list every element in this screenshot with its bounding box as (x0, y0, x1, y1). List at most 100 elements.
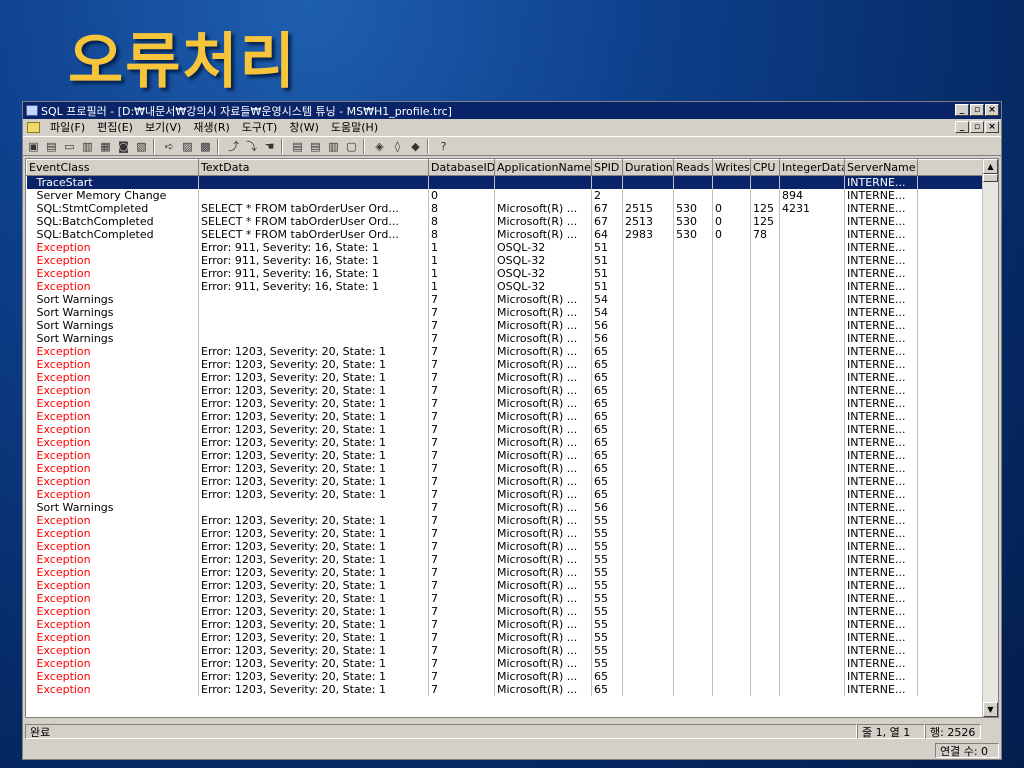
scroll-down-icon[interactable]: ▼ (983, 702, 998, 717)
table-row[interactable]: Exception Error: 1203, Severity: 20, Stat… (26, 644, 983, 657)
doc-maximize-button[interactable]: ▫ (970, 121, 984, 133)
close-button[interactable]: × (985, 104, 999, 116)
table-row[interactable]: Sort Warnings 7 Microsoft(R) ... 56 INTERNE.… (26, 501, 983, 514)
step-icon[interactable]: ➪ (162, 139, 177, 154)
run-to-cursor-icon[interactable]: ▨ (180, 139, 195, 154)
cut-icon[interactable]: ▩ (198, 139, 213, 154)
about-icon[interactable]: ◆ (408, 139, 423, 154)
open-icon[interactable]: ▭ (62, 139, 77, 154)
table-row[interactable]: Exception Error: 1203, Severity: 20, Stat… (26, 423, 983, 436)
table-row[interactable]: Exception Error: 911, Severity: 16, State… (26, 280, 983, 293)
maximize-button[interactable]: ▫ (970, 104, 984, 116)
column-header-6[interactable]: Duration (622, 159, 674, 176)
doc-minimize-button[interactable]: _ (955, 121, 969, 133)
table-row[interactable]: Exception Error: 911, Severity: 16, State… (26, 241, 983, 254)
table-row[interactable]: Exception Error: 1203, Severity: 20, Stat… (26, 579, 983, 592)
table-row[interactable]: Exception Error: 1203, Severity: 20, Stat… (26, 449, 983, 462)
index-tuning-icon[interactable]: ◈ (372, 139, 387, 154)
table-row[interactable]: Exception Error: 1203, Severity: 20, Stat… (26, 358, 983, 371)
table-row[interactable]: Sort Warnings 7 Microsoft(R) ... 56 INTERNE.… (26, 332, 983, 345)
table-row[interactable]: Exception Error: 1203, Severity: 20, Stat… (26, 670, 983, 683)
table-row[interactable]: Exception Error: 1203, Severity: 20, Stat… (26, 475, 983, 488)
table-row[interactable]: SQL:StmtCompleted SELECT * FROM tabOrderU… (26, 202, 983, 215)
table-cell (712, 501, 751, 514)
column-header-9[interactable]: CPU (750, 159, 780, 176)
document-icon[interactable] (27, 121, 40, 133)
table-row[interactable]: Exception Error: 1203, Severity: 20, Stat… (26, 527, 983, 540)
table-row[interactable]: Exception Error: 911, Severity: 16, State… (26, 267, 983, 280)
show-icon[interactable]: ▤ (308, 139, 323, 154)
menu-replay[interactable]: 재생(R) (187, 119, 235, 135)
table-row[interactable]: Exception Error: 1203, Severity: 20, Stat… (26, 683, 983, 696)
pause-icon[interactable]: ⤴ (226, 139, 241, 154)
clear-window-icon[interactable]: ▢ (344, 139, 359, 154)
menu-tools[interactable]: 도구(T) (236, 119, 284, 135)
table-cell: Error: 911, Severity: 16, State: 1 (198, 241, 429, 254)
table-row[interactable]: Exception Error: 1203, Severity: 20, Stat… (26, 605, 983, 618)
replay-icon[interactable]: ▧ (134, 139, 149, 154)
column-header-11[interactable]: ServerName (844, 159, 918, 176)
trace-grid[interactable]: EventClass TextData DatabaseID ApplicationN… (25, 158, 999, 718)
title-bar[interactable]: SQL 프로필러 - [D:₩내문서₩강의시 자료들₩운영시스템 튜닝 - MS… (23, 102, 1001, 119)
table-row[interactable]: Exception Error: 1203, Severity: 20, Stat… (26, 397, 983, 410)
table-row[interactable]: Exception Error: 1203, Severity: 20, Stat… (26, 553, 983, 566)
column-header-10[interactable]: IntegerData (779, 159, 845, 176)
help-icon[interactable]: ? (436, 139, 451, 154)
table-row[interactable]: Exception Error: 1203, Severity: 20, Stat… (26, 592, 983, 605)
clear-icon[interactable]: ▤ (290, 139, 305, 154)
table-row[interactable]: Exception Error: 1203, Severity: 20, Stat… (26, 371, 983, 384)
column-header-3[interactable]: DatabaseID (428, 159, 495, 176)
table-row[interactable]: Exception Error: 1203, Severity: 20, Stat… (26, 540, 983, 553)
table-row[interactable]: Exception Error: 1203, Severity: 20, Stat… (26, 462, 983, 475)
table-row[interactable]: SQL:BatchCompleted SELECT * FROM tabOrder… (26, 228, 983, 241)
table-row[interactable]: Exception Error: 1203, Severity: 20, Stat… (26, 618, 983, 631)
table-row[interactable]: TraceStart INTERNE... (26, 175, 983, 189)
scroll-thumb[interactable] (983, 174, 998, 182)
table-row[interactable]: Exception Error: 911, Severity: 16, State… (26, 254, 983, 267)
stop-icon[interactable]: ⤵ (244, 139, 259, 154)
menu-view[interactable]: 보기(V) (139, 119, 187, 135)
table-cell: INTERNE... (844, 267, 918, 280)
menu-file[interactable]: 파일(F) (44, 119, 91, 135)
minimize-button[interactable]: _ (955, 104, 969, 116)
table-row[interactable]: Exception Error: 1203, Severity: 20, Stat… (26, 514, 983, 527)
table-row[interactable]: Server Memory Change 0 2 894 INTERNE... (26, 189, 983, 202)
column-header-4[interactable]: ApplicationName (494, 159, 592, 176)
properties-icon[interactable]: ▦ (98, 139, 113, 154)
menu-edit[interactable]: 편집(E) (91, 119, 139, 135)
menu-help[interactable]: 도움말(H) (325, 119, 384, 135)
table-cell (750, 449, 780, 462)
doc-close-button[interactable]: × (985, 121, 999, 133)
menu-window[interactable]: 창(W) (283, 119, 325, 135)
column-header-8[interactable]: Writes (712, 159, 751, 176)
table-row[interactable]: Exception Error: 1203, Severity: 20, Stat… (26, 488, 983, 501)
open-template-icon[interactable]: ▥ (80, 139, 95, 154)
find-icon[interactable]: ◙ (116, 139, 131, 154)
table-row[interactable]: Exception Error: 1203, Severity: 20, Stat… (26, 631, 983, 644)
column-header-2[interactable]: TextData (198, 159, 429, 176)
table-row[interactable]: Exception Error: 1203, Severity: 20, Stat… (26, 345, 983, 358)
table-cell: 7 (428, 436, 495, 449)
table-row[interactable]: Exception Error: 1203, Severity: 20, Stat… (26, 566, 983, 579)
table-row[interactable]: SQL:BatchCompleted SELECT * FROM tabOrder… (26, 215, 983, 228)
toggle-breakpoint-icon[interactable]: ☚ (262, 139, 277, 154)
new-trace-icon[interactable]: ▣ (26, 139, 41, 154)
column-header-12[interactable] (917, 159, 983, 176)
profiler-app-icon[interactable] (26, 105, 38, 116)
column-header-7[interactable]: Reads (673, 159, 713, 176)
table-row[interactable]: Exception Error: 1203, Severity: 20, Stat… (26, 384, 983, 397)
vertical-scrollbar[interactable]: ▲ ▼ (982, 159, 998, 717)
column-header-1[interactable]: EventClass (26, 159, 199, 176)
table-cell (622, 657, 674, 670)
table-row[interactable]: Sort Warnings 7 Microsoft(R) ... 54 INTERNE.… (26, 293, 983, 306)
tuning-wizard-icon[interactable]: ◊ (390, 139, 405, 154)
table-row[interactable]: Exception Error: 1203, Severity: 20, Stat… (26, 657, 983, 670)
table-row[interactable]: Exception Error: 1203, Severity: 20, Stat… (26, 410, 983, 423)
table-row[interactable]: Exception Error: 1203, Severity: 20, Stat… (26, 436, 983, 449)
column-header-5[interactable]: SPID (591, 159, 623, 176)
new-template-icon[interactable]: ▤ (44, 139, 59, 154)
scroll-up-icon[interactable]: ▲ (983, 159, 998, 174)
table-row[interactable]: Sort Warnings 7 Microsoft(R) ... 56 INTERNE.… (26, 319, 983, 332)
table-row[interactable]: Sort Warnings 7 Microsoft(R) ... 54 INTERNE.… (26, 306, 983, 319)
hide-icon[interactable]: ▥ (326, 139, 341, 154)
